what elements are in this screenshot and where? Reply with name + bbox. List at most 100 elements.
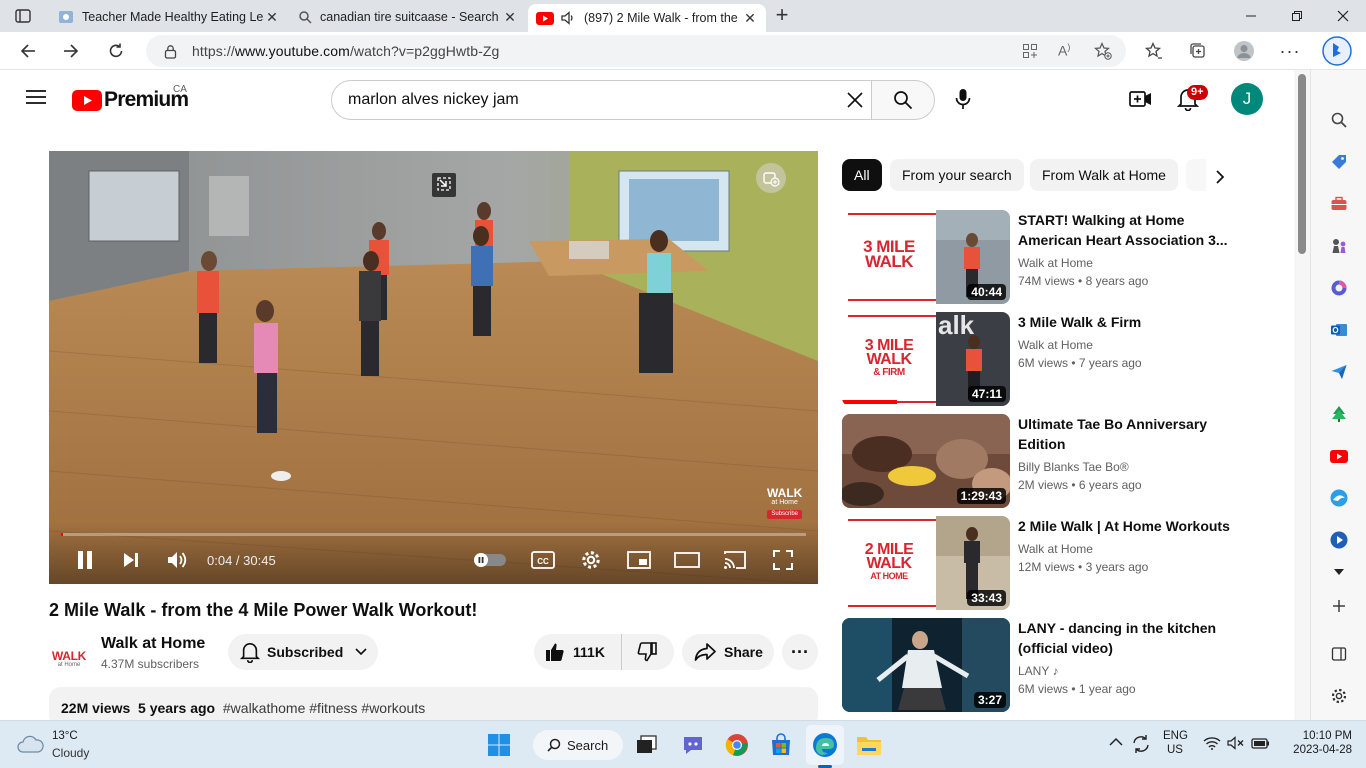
more-actions-button[interactable]: ··· [782,634,818,670]
channel-avatar[interactable]: WALK at Home [49,640,89,680]
minimize-icon[interactable] [1228,0,1274,32]
taskbar-search-box[interactable]: Search [533,730,623,760]
gear-icon[interactable] [1329,686,1349,706]
microphone-icon[interactable] [954,88,972,110]
exit-mini-player-icon[interactable] [435,175,453,193]
channel-watermark[interactable]: WALK at Home Subscribe [767,487,803,519]
page-scrollbar[interactable] [1294,70,1310,720]
autoplay-toggle[interactable] [473,547,507,573]
url-text[interactable]: https://www.youtube.com/watch?v=p2ggHwtb… [192,43,499,59]
recommendation-item[interactable]: 1:29:43 Ultimate Tae Bo Anniversary Edit… [842,414,1292,508]
recommendation-title[interactable]: 3 Mile Walk & Firm [1018,312,1228,332]
send-drop-icon[interactable] [1329,362,1349,382]
sync-network-icon[interactable] [1130,734,1152,754]
progress-bar[interactable] [61,533,806,536]
add-favorite-icon[interactable] [1094,42,1112,60]
pause-icon[interactable] [73,547,97,573]
volume-icon[interactable] [165,547,191,573]
search-icon[interactable] [1329,110,1349,130]
teams-chat-icon[interactable] [679,731,707,759]
video-player[interactable]: WALK at Home Subscribe 0:04 / 30:45 CC [49,151,818,584]
channel-name[interactable]: Walk at Home [101,635,205,653]
clear-search-icon[interactable] [847,92,863,108]
clock[interactable]: 10:10 PM 2023-04-28 [1276,730,1352,756]
add-to-queue-icon[interactable] [762,169,780,187]
menu-icon[interactable] [26,89,46,105]
app-available-icon[interactable] [1022,43,1038,59]
recommendation-item[interactable]: alk 3 MILE WALK & FIRM 47:11 3 Mile Walk &… [842,312,1292,406]
share-button[interactable]: Share [682,634,774,670]
file-explorer-icon[interactable] [855,731,883,759]
wifi-icon[interactable] [1203,736,1221,750]
cast-icon[interactable] [722,547,748,573]
close-tab-icon[interactable]: ✕ [742,10,758,27]
chevron-right-icon[interactable] [1208,165,1232,189]
chrome-icon[interactable] [723,731,751,759]
task-view-icon[interactable] [633,731,661,759]
tab-actions-icon[interactable] [14,7,32,25]
shopping-tag-icon[interactable] [1329,152,1349,172]
chevron-down-icon[interactable] [1329,562,1349,582]
new-tab-icon[interactable]: + [772,4,792,26]
play-circle-icon[interactable] [1329,530,1349,550]
recommendation-title[interactable]: 2 Mile Walk | At Home Workouts [1018,516,1248,536]
microsoft-365-icon[interactable] [1329,278,1349,298]
collections-icon[interactable] [1183,36,1213,66]
recommendation-channel[interactable]: Billy Blanks Tae Bo® [1018,460,1129,474]
fullscreen-icon[interactable] [770,547,796,573]
tab-canadian-tire[interactable]: canadian tire suitcaase - Search ✕ [290,4,526,30]
tree-icon[interactable] [1329,404,1349,424]
dislike-button[interactable] [622,634,672,670]
language-indicator[interactable]: ENG US [1163,730,1188,756]
refresh-icon[interactable] [101,36,131,66]
youtube-icon[interactable] [1329,446,1349,466]
microsoft-store-icon[interactable] [767,731,795,759]
read-aloud-icon[interactable]: A) [1058,42,1070,59]
recommendation-channel[interactable]: LANY ♪ [1018,664,1058,678]
scrollbar-thumb[interactable] [1298,74,1306,254]
settings-gear-icon[interactable] [578,547,604,573]
theater-mode-icon[interactable] [674,547,700,573]
video-thumbnail[interactable]: alk 3 MILE WALK & FIRM 47:11 [842,312,1010,406]
video-thumbnail[interactable]: 3:27 [842,618,1010,712]
recommendation-title[interactable]: LANY - dancing in the kitchen (official … [1018,618,1228,658]
recommendation-channel[interactable]: Walk at Home [1018,256,1093,270]
avatar[interactable]: J [1231,83,1263,115]
games-chess-icon[interactable] [1329,236,1349,256]
edge-browser-icon[interactable] [811,731,839,759]
add-icon[interactable] [1329,596,1349,616]
volume-muted-icon[interactable] [1227,736,1245,750]
miniplayer-icon[interactable] [626,547,652,573]
restore-icon[interactable] [1274,0,1320,32]
outlook-icon[interactable]: O [1329,320,1349,340]
windows-start-icon[interactable] [485,731,513,759]
chip-from-your-search[interactable]: From your search [890,159,1024,191]
battery-icon[interactable] [1251,736,1271,750]
back-icon[interactable] [13,36,43,66]
recommendation-item[interactable]: 3 MILE WALK 40:44 START! Walking at Home … [842,210,1292,304]
recommendation-channel[interactable]: Walk at Home [1018,542,1093,556]
cloud-weather-icon[interactable] [16,733,44,755]
chip-from-walk-at-home[interactable]: From Walk at Home [1030,159,1178,191]
recommendation-title[interactable]: START! Walking at Home American Heart As… [1018,210,1228,250]
subtitles-cc-icon[interactable]: CC [530,547,556,573]
subscribed-button[interactable]: Subscribed [228,634,378,670]
speaker-icon[interactable] [560,10,576,26]
hide-sidebar-icon[interactable] [1329,644,1349,664]
chip-all[interactable]: All [842,159,882,191]
like-button[interactable]: 111K [534,634,622,670]
favorites-icon[interactable] [1139,36,1169,66]
close-window-icon[interactable] [1320,0,1366,32]
recommendation-title[interactable]: Ultimate Tae Bo Anniversary Edition [1018,414,1228,454]
search-button[interactable] [871,80,935,120]
settings-more-icon[interactable]: ··· [1275,36,1305,66]
profile-avatar-icon[interactable] [1229,36,1259,66]
address-bar[interactable]: https://www.youtube.com/watch?v=p2ggHwtb… [146,35,1126,67]
tab-teacher-made[interactable]: Teacher Made Healthy Eating Les ✕ [50,4,288,30]
hashtags[interactable]: #walkathome #fitness #workouts [223,700,425,716]
next-icon[interactable] [119,547,143,573]
video-thumbnail[interactable]: 2 MILE WALK AT HOME 33:43 [842,516,1010,610]
recommendation-item[interactable]: 3:27 LANY - dancing in the kitchen (offi… [842,618,1292,712]
video-thumbnail[interactable]: 1:29:43 [842,414,1010,508]
close-tab-icon[interactable]: ✕ [264,9,280,26]
